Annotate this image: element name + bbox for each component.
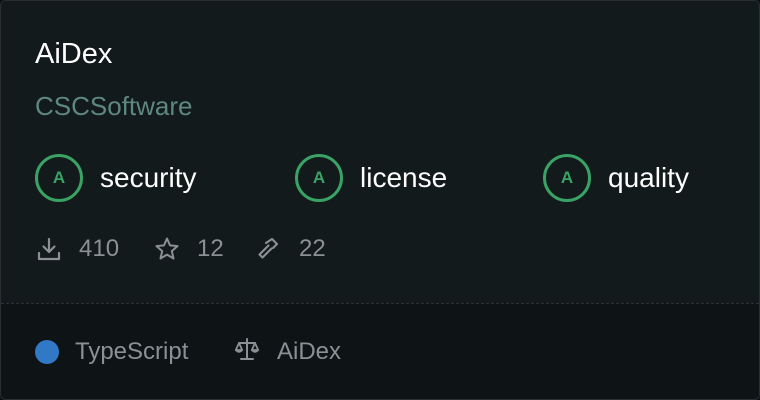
scale-icon [233, 335, 261, 370]
download-icon [35, 235, 63, 263]
quality-score[interactable]: A quality [543, 154, 689, 202]
security-label: security [100, 162, 197, 193]
package-owner-link[interactable]: CSCSoftware [35, 88, 193, 124]
builds-count: 22 [299, 235, 326, 262]
card-main-section: AiDex CSCSoftware A security A license A… [1, 1, 759, 303]
quality-label: quality [608, 162, 689, 193]
builds-stat: 22 [255, 233, 326, 265]
downloads-stat: 410 [35, 233, 119, 265]
license-label: license [360, 162, 448, 193]
license-info: AiDex [233, 336, 341, 368]
card-footer: TypeScript AiDex [1, 303, 759, 399]
license-name: AiDex [277, 338, 342, 365]
language-name: TypeScript [75, 338, 189, 365]
stars-stat: 12 [153, 233, 224, 265]
star-icon [153, 235, 181, 263]
security-score[interactable]: A security [35, 154, 196, 202]
quality-grade-badge: A [543, 154, 591, 202]
security-grade-badge: A [35, 154, 83, 202]
license-score[interactable]: A license [295, 154, 447, 202]
language-info: TypeScript [35, 336, 188, 368]
stars-count: 12 [197, 235, 224, 262]
typescript-color-dot [35, 340, 59, 364]
downloads-count: 410 [79, 235, 120, 262]
package-title[interactable]: AiDex [35, 35, 112, 73]
hammer-icon [255, 235, 283, 263]
package-card[interactable]: AiDex CSCSoftware A security A license A… [0, 0, 760, 400]
license-grade-badge: A [295, 154, 343, 202]
